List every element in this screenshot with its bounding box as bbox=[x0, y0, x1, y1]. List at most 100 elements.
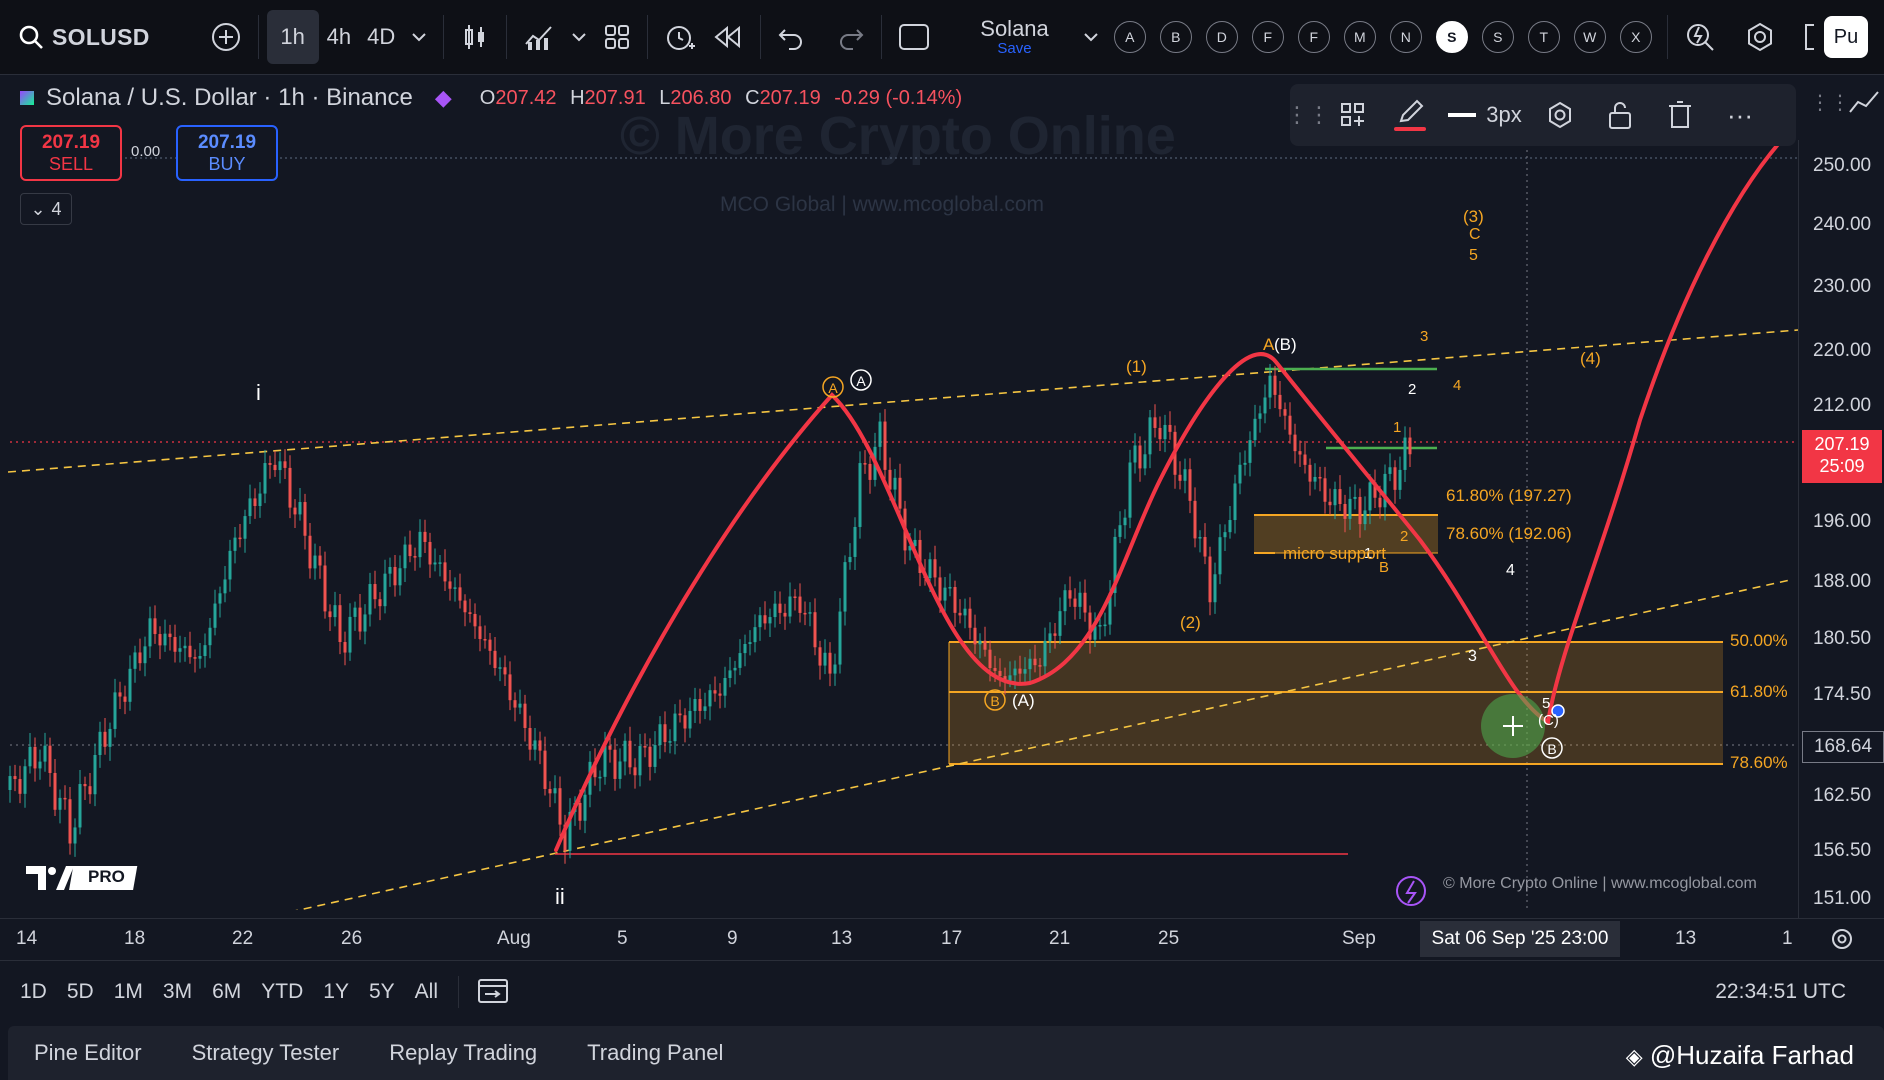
tab-replay-trading[interactable]: Replay Trading bbox=[389, 1040, 537, 1066]
settings-button[interactable] bbox=[1736, 10, 1784, 64]
candle-body bbox=[363, 614, 367, 632]
watchlist-letter-t[interactable]: T bbox=[1527, 21, 1560, 53]
layout-name-button[interactable]: Solana Save bbox=[972, 10, 1057, 64]
add-symbol-button[interactable] bbox=[202, 10, 250, 64]
lock-icon[interactable] bbox=[1590, 90, 1650, 140]
watchlist-letter-f[interactable]: F bbox=[1251, 21, 1284, 53]
publish-button[interactable]: Pu bbox=[1823, 16, 1869, 58]
watchlist-letter-f[interactable]: F bbox=[1297, 21, 1330, 53]
range-button-ytd[interactable]: YTD bbox=[261, 980, 303, 1004]
range-button-6m[interactable]: 6M bbox=[212, 980, 241, 1004]
tab-pine-editor[interactable]: Pine Editor bbox=[34, 1040, 142, 1066]
candle-body bbox=[933, 559, 937, 578]
candle-body bbox=[1343, 504, 1347, 519]
tab-trading-panel[interactable]: Trading Panel bbox=[587, 1040, 723, 1066]
drag-handle-icon[interactable]: ⋮⋮ bbox=[1810, 90, 1850, 115]
settings-gear-icon[interactable] bbox=[1530, 90, 1590, 140]
candle-body bbox=[1223, 532, 1227, 538]
candle-body bbox=[1253, 418, 1257, 441]
chart-style-icon[interactable] bbox=[1848, 84, 1882, 123]
more-icon[interactable]: ··· bbox=[1710, 90, 1770, 140]
timeframe-4h[interactable]: 4h bbox=[319, 10, 359, 64]
watchlist-letter-s[interactable]: S bbox=[1481, 21, 1514, 53]
upper-channel-line[interactable] bbox=[7, 329, 1799, 473]
line-width-button[interactable]: 3px bbox=[1440, 90, 1530, 140]
candle-body bbox=[653, 745, 657, 767]
candle-body bbox=[1043, 640, 1047, 667]
candle-body bbox=[1098, 625, 1102, 627]
candle-body bbox=[828, 652, 832, 674]
snapshot-button[interactable] bbox=[1794, 10, 1824, 64]
candle-body bbox=[463, 600, 467, 613]
range-button-1d[interactable]: 1D bbox=[20, 980, 47, 1004]
divider bbox=[443, 15, 445, 59]
timeframe-1h[interactable]: 1h bbox=[266, 10, 319, 64]
time-tick-label: Sep bbox=[1342, 928, 1376, 949]
symbol-search[interactable]: SOLUSD bbox=[10, 10, 158, 64]
candle-body bbox=[353, 607, 357, 617]
range-button-1y[interactable]: 1Y bbox=[323, 980, 349, 1004]
timeframe-dropdown[interactable] bbox=[403, 10, 435, 64]
bar-countdown: 25:09 bbox=[1819, 456, 1865, 476]
candle-body bbox=[783, 612, 787, 617]
drag-handle-icon[interactable]: ⋮⋮ bbox=[1286, 90, 1330, 140]
legend-title[interactable]: Solana / U.S. Dollar · 1h · Binance bbox=[46, 84, 413, 112]
watchlist-letter-a[interactable]: A bbox=[1113, 21, 1146, 53]
time-axis-settings-icon[interactable] bbox=[1828, 925, 1856, 958]
candle-body bbox=[1273, 375, 1277, 395]
candles-type-button[interactable] bbox=[452, 10, 498, 64]
candle-body bbox=[1058, 611, 1062, 636]
trash-icon[interactable] bbox=[1650, 90, 1710, 140]
layout-dropdown[interactable] bbox=[1075, 10, 1107, 64]
small-2b-label: 2 bbox=[1400, 528, 1408, 545]
candle-body bbox=[1268, 375, 1272, 398]
watchlist-letter-b[interactable]: B bbox=[1159, 21, 1192, 53]
watchlist-letter-w[interactable]: W bbox=[1573, 21, 1606, 53]
fullscreen-button[interactable] bbox=[890, 10, 938, 64]
pencil-color-icon[interactable] bbox=[1380, 90, 1440, 140]
watchlist-letter-s[interactable]: S bbox=[1435, 21, 1468, 53]
range-button-5d[interactable]: 5D bbox=[67, 980, 94, 1004]
buy-button[interactable]: 207.19 BUY bbox=[176, 125, 278, 181]
watchlist-letter-n[interactable]: N bbox=[1389, 21, 1422, 53]
candle-body bbox=[383, 573, 387, 607]
range-button-all[interactable]: All bbox=[415, 980, 438, 1004]
sell-button[interactable]: 207.19 SELL bbox=[20, 125, 122, 181]
indicators-collapse-button[interactable]: ⌄ 4 bbox=[20, 193, 72, 225]
range-button-5y[interactable]: 5Y bbox=[369, 980, 395, 1004]
chevron-down-icon bbox=[1084, 33, 1098, 42]
time-axis[interactable]: 14 18 22 26 Aug 5 9 13 17 21 25 Sep 13 1 Sat 06 Sep '… bbox=[0, 918, 1884, 959]
templates-icon[interactable] bbox=[1326, 90, 1380, 140]
candle-body bbox=[853, 526, 857, 557]
date-range-icon[interactable] bbox=[477, 975, 509, 1010]
undo-button[interactable] bbox=[769, 10, 813, 64]
range-button-3m[interactable]: 3M bbox=[163, 980, 192, 1004]
indicators-button[interactable] bbox=[515, 10, 563, 64]
candle-body bbox=[308, 535, 312, 569]
quick-search-button[interactable] bbox=[1676, 10, 1724, 64]
candle-body bbox=[1368, 482, 1372, 511]
candle-body bbox=[1063, 590, 1067, 612]
timeframe-4d[interactable]: 4D bbox=[359, 10, 403, 64]
replay-button[interactable] bbox=[704, 10, 752, 64]
symbol-logo bbox=[20, 91, 34, 105]
watchlist-letter-d[interactable]: D bbox=[1205, 21, 1238, 53]
magic-wand-icon[interactable] bbox=[1396, 876, 1426, 906]
watchlist-letter-m[interactable]: M bbox=[1343, 21, 1376, 53]
fib-61-label: 61.80% (197.27) bbox=[1446, 486, 1572, 505]
utc-clock[interactable]: 22:34:51 UTC bbox=[1715, 980, 1846, 1004]
templates-button[interactable] bbox=[595, 10, 639, 64]
alert-button[interactable] bbox=[656, 10, 704, 64]
candle-body bbox=[263, 463, 267, 494]
tab-strategy-tester[interactable]: Strategy Tester bbox=[192, 1040, 340, 1066]
range-button-1m[interactable]: 1M bbox=[114, 980, 143, 1004]
price-axis[interactable]: 250.00 240.00 230.00 220.00 212.00 196.00 188.… bbox=[1798, 140, 1884, 920]
share-icon[interactable]: ◆ bbox=[435, 85, 452, 111]
candle-body bbox=[898, 477, 902, 509]
candle-body bbox=[378, 599, 382, 607]
watchlist-letter-x[interactable]: X bbox=[1619, 21, 1652, 53]
candle-body bbox=[118, 692, 122, 697]
candle-body bbox=[1393, 467, 1397, 490]
indicators-dropdown[interactable] bbox=[563, 10, 595, 64]
redo-button[interactable] bbox=[829, 10, 873, 64]
